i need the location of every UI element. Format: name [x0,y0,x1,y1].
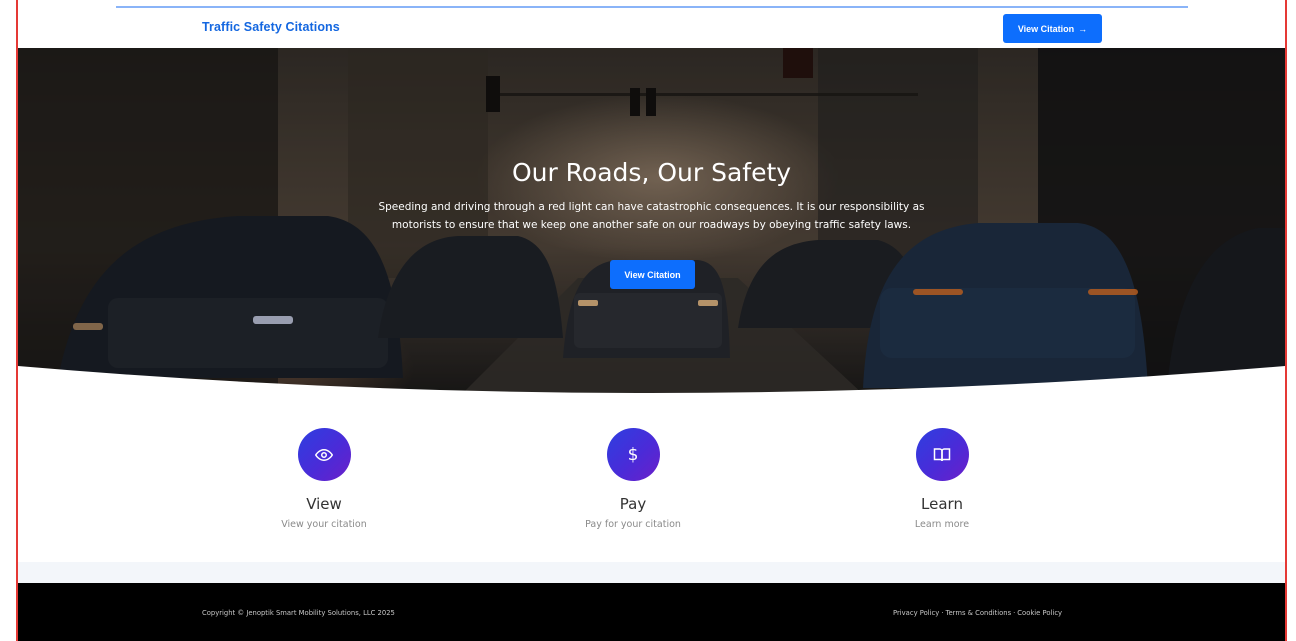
eye-icon[interactable] [297,428,351,481]
feature-title: Learn [921,495,963,513]
feature-description: Pay for your citation [585,519,681,530]
view-citation-hero-button[interactable]: View Citation [610,260,695,289]
footer: Copyright © Jenoptik Smart Mobility Solu… [18,583,1285,641]
frame-border-left [16,0,18,641]
page: Traffic Safety Citations View Citation → [0,0,1296,641]
dollar-icon[interactable]: $ [606,428,660,481]
privacy-policy-link[interactable]: Privacy Policy [893,609,939,617]
feature-title: Pay [619,495,647,513]
nav-button-label: View Citation [1017,23,1075,34]
book-icon[interactable] [915,428,969,481]
frame-border-right [1285,0,1287,641]
feature-description: View your citation [281,519,367,530]
feature-pay[interactable]: $ Pay Pay for your citation [533,428,733,530]
hero-description: Speeding and driving through a red light… [378,201,925,231]
hero-section: Our Roads, Our Safety Speeding and drivi… [18,48,1285,408]
feature-description: Learn more [914,519,970,530]
feature-view[interactable]: View View your citation [224,428,424,530]
hero-title: Our Roads, Our Safety [511,158,792,187]
copyright-text: Copyright © Jenoptik Smart Mobility Solu… [202,609,395,617]
terms-conditions-link[interactable]: Terms & Conditions [946,609,1012,617]
cookie-policy-link[interactable]: Cookie Policy [1017,609,1062,617]
feature-learn[interactable]: Learn Learn more [842,428,1042,530]
view-citation-nav-button[interactable]: View Citation → [1003,14,1102,43]
footer-links: Privacy Policy · Terms & Conditions · Cookie… [893,609,1062,617]
brand-link[interactable]: Traffic Safety Citations [202,20,340,34]
feature-title: View [306,495,342,513]
arrow-right-icon: → [1078,23,1088,34]
navbar: Traffic Safety Citations View Citation → [18,8,1285,48]
section-divider-band [18,562,1285,583]
